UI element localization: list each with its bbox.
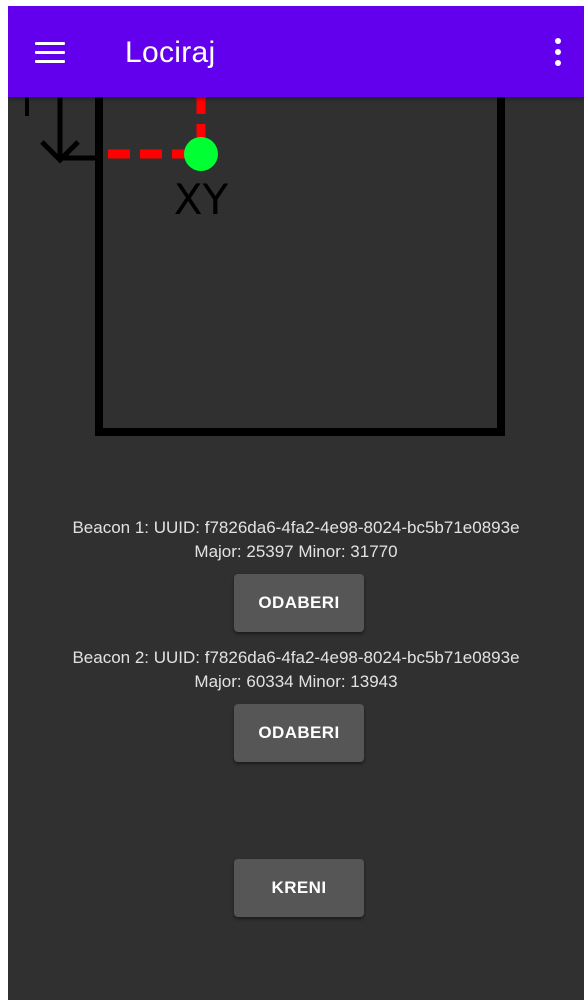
select-beacon-2-button[interactable]: ODABERI	[234, 704, 364, 762]
menu-button[interactable]	[30, 32, 70, 72]
position-marker	[184, 137, 218, 171]
hamburger-menu-icon-line	[35, 50, 65, 54]
more-vert-icon-dot	[555, 60, 561, 66]
beacon-uuid-label: Beacon 1: UUID: f7826da6-4fa2-4e98-8024-…	[72, 518, 520, 537]
app-title: Lociraj	[125, 36, 216, 69]
hamburger-menu-icon	[35, 41, 65, 45]
more-vert-icon	[555, 38, 561, 44]
beacon-uuid-label: Beacon 2: UUID: f7826da6-4fa2-4e98-8024-…	[72, 648, 520, 667]
beacon-major-minor: Major: 25397 Minor: 31770	[194, 542, 398, 561]
more-vert-icon-dot	[555, 49, 561, 55]
beacon-info-1: Beacon 1: UUID: f7826da6-4fa2-4e98-8024-…	[8, 516, 584, 564]
start-button[interactable]: KRENI	[234, 859, 364, 917]
app-bar: Lociraj	[8, 6, 584, 97]
app-screen: XY Lociraj Beacon 1: UUID: f7826da6-4fa2…	[8, 6, 584, 1000]
select-beacon-1-button[interactable]: ODABERI	[234, 574, 364, 632]
beacon-info-2: Beacon 2: UUID: f7826da6-4fa2-4e98-8024-…	[8, 646, 584, 694]
hamburger-menu-icon-line	[35, 59, 65, 63]
overflow-menu-button[interactable]	[546, 34, 570, 70]
beacon-major-minor: Major: 60334 Minor: 13943	[194, 672, 398, 691]
position-label: XY	[174, 175, 229, 224]
